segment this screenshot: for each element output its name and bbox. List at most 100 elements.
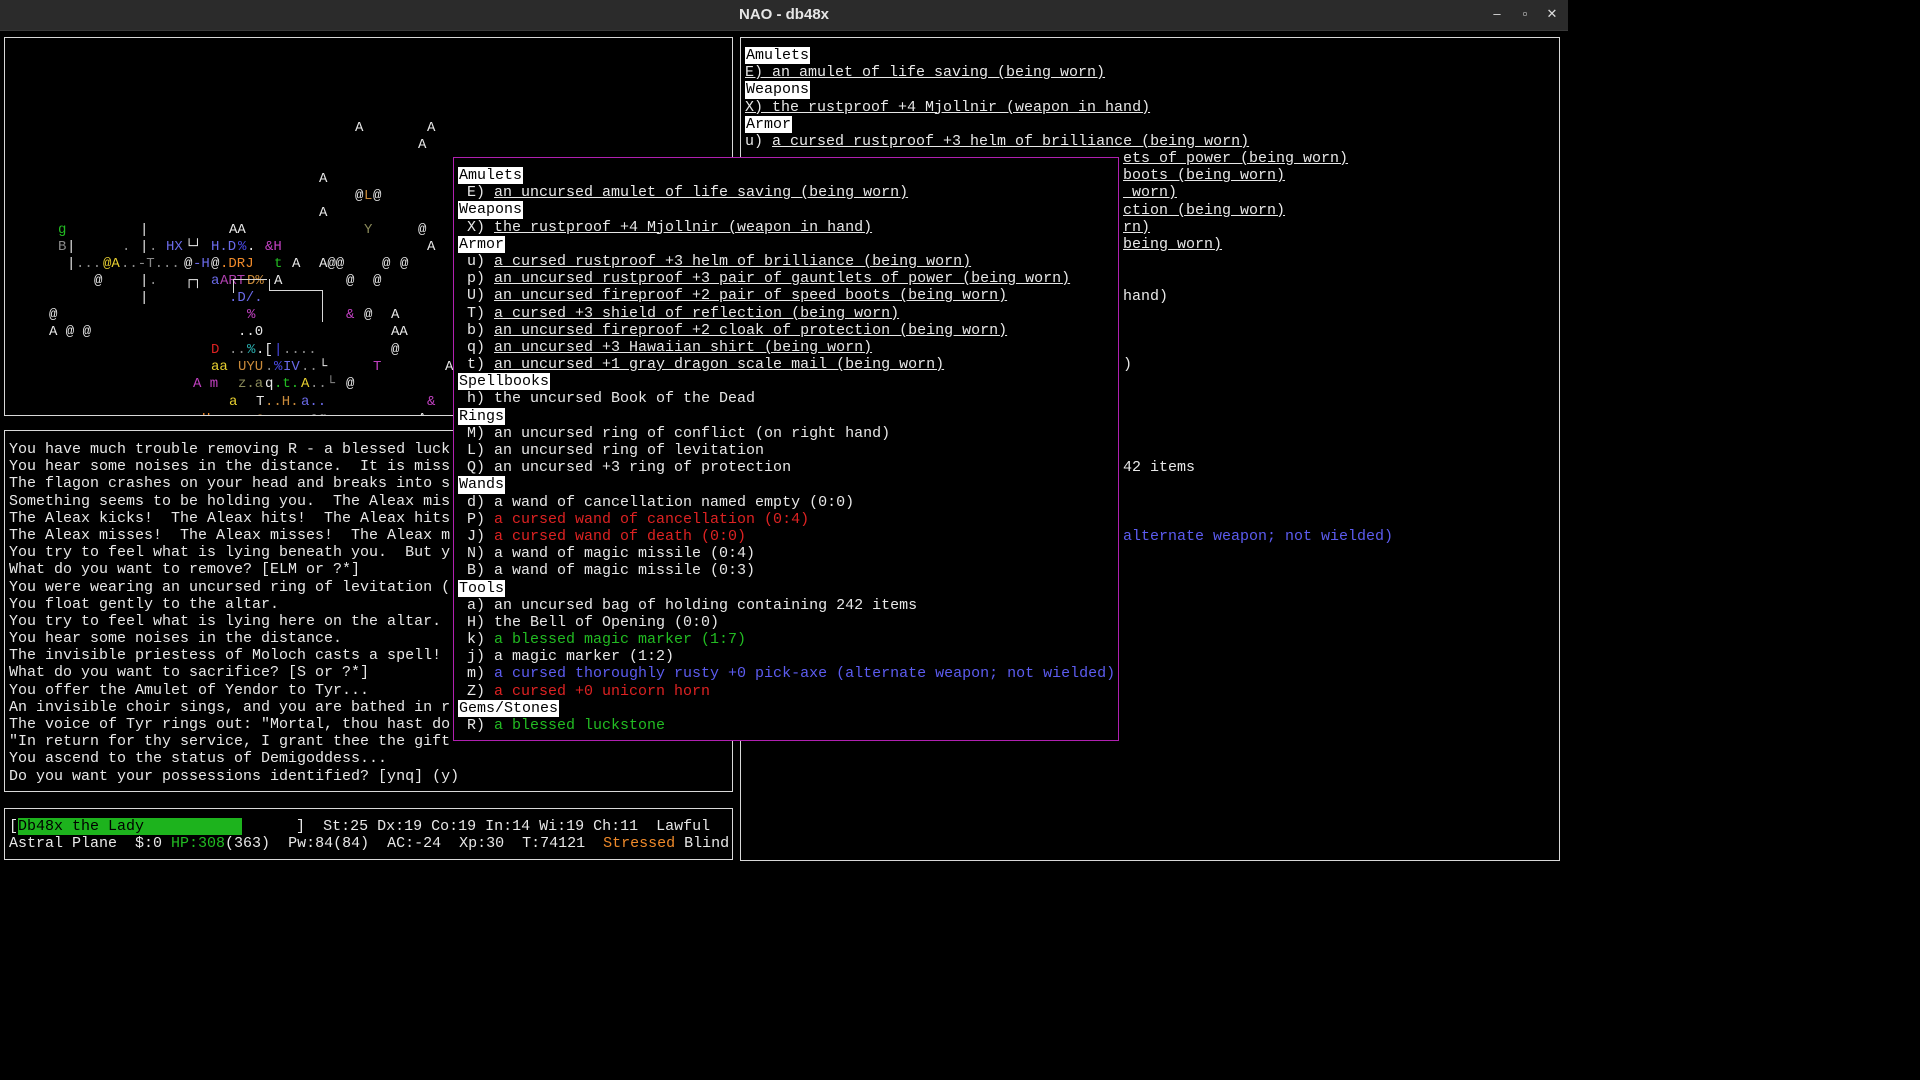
item-description: a cursed +0 unicorn horn bbox=[494, 682, 711, 700]
menu-item[interactable]: k) a blessed magic marker (1:7) bbox=[458, 631, 1118, 648]
map-glyph: aq bbox=[310, 411, 327, 415]
status-bar: [Db48x the Lady ] St:25 Dx:19 Co:19 In:1… bbox=[4, 808, 733, 860]
item-letter: E) bbox=[458, 184, 495, 202]
map-glyph: z.a bbox=[238, 376, 264, 392]
maximize-icon[interactable]: ▫ bbox=[1516, 5, 1534, 23]
item-letter: h) bbox=[458, 390, 495, 408]
map-glyph: ┌┐ bbox=[185, 273, 202, 289]
inventory-fragment: boots (being worn) bbox=[1123, 167, 1286, 185]
menu-item[interactable]: L) an uncursed ring of levitation bbox=[458, 442, 1118, 459]
item-letter: H) bbox=[458, 613, 495, 631]
dungeon-location: Astral Plane $:0 bbox=[9, 835, 172, 853]
menu-item[interactable]: M) an uncursed ring of conflict (on righ… bbox=[458, 425, 1118, 442]
map-glyph: A bbox=[319, 205, 328, 221]
menu-item[interactable]: B) a wand of magic missile (0:3) bbox=[458, 562, 1118, 579]
map-glyph: A bbox=[274, 273, 283, 289]
item-letter: p) bbox=[458, 270, 495, 288]
item-letter: Q) bbox=[458, 459, 495, 477]
map-glyph: A bbox=[391, 307, 400, 323]
map-glyph: .D/. bbox=[229, 290, 263, 306]
map-glyph: ... bbox=[76, 256, 102, 272]
item-letter: b) bbox=[458, 321, 495, 339]
menu-item[interactable]: H) the Bell of Opening (0:0) bbox=[458, 614, 1118, 631]
inventory-fragment bbox=[1123, 270, 1393, 287]
map-glyph: A@@ bbox=[319, 256, 345, 272]
map-glyph: UYU bbox=[238, 359, 264, 375]
menu-item[interactable]: U) an uncursed fireproof +2 pair of spee… bbox=[458, 287, 1118, 304]
map-glyph: @ bbox=[184, 256, 193, 272]
map-glyph: . bbox=[122, 239, 131, 255]
item-letter: L) bbox=[458, 442, 495, 459]
character-name-hpbar: Db48x the Lady bbox=[18, 818, 243, 836]
item-description: a wand of magic missile (0:4) bbox=[494, 545, 756, 563]
inventory-fragment bbox=[1123, 322, 1393, 339]
inventory-fragment bbox=[1123, 253, 1393, 270]
menu-item[interactable]: h) the uncursed Book of the Dead bbox=[458, 390, 1118, 407]
menu-item[interactable]: T) a cursed +3 shield of reflection (bei… bbox=[458, 305, 1118, 322]
menu-item[interactable]: a) an uncursed bag of holding containing… bbox=[458, 597, 1118, 614]
item-description: an uncursed fireproof +2 cloak of protec… bbox=[494, 321, 1008, 339]
map-glyph: .... bbox=[283, 342, 317, 358]
map-glyph: | bbox=[67, 256, 76, 272]
menu-item[interactable]: R) a blessed luckstone bbox=[458, 717, 1118, 734]
message-line: You ascend to the status of Demigoddess.… bbox=[9, 750, 388, 768]
item-letter: t) bbox=[458, 356, 495, 374]
map-glyph: A bbox=[418, 411, 426, 415]
inventory-item[interactable]: u) a cursed rustproof +3 helm of brillia… bbox=[745, 133, 1559, 150]
item-letter: N) bbox=[458, 545, 495, 563]
item-letter: U) bbox=[458, 287, 495, 305]
menu-item[interactable]: P) a cursed wand of cancellation (0:4) bbox=[458, 511, 1118, 528]
menu-item[interactable]: q) an uncursed +3 Hawaiian shirt (being … bbox=[458, 339, 1118, 356]
inventory-fragment bbox=[1123, 425, 1393, 442]
map-wall bbox=[233, 279, 267, 280]
inventory-heading-weapons: Weapons bbox=[745, 81, 811, 99]
menu-item[interactable]: b) an uncursed fireproof +2 cloak of pro… bbox=[458, 322, 1118, 339]
map-glyph: . bbox=[247, 239, 256, 255]
minimize-icon[interactable]: – bbox=[1488, 5, 1506, 23]
map-glyph: | bbox=[140, 273, 149, 289]
map-glyph: % bbox=[247, 307, 256, 323]
menu-item[interactable]: E) an uncursed amulet of life saving (be… bbox=[458, 184, 1118, 201]
map-glyph: a.. bbox=[301, 394, 327, 410]
map-glyph: A bbox=[427, 120, 436, 136]
item-description: the rustproof +4 Mjollnir (weapon in han… bbox=[494, 218, 873, 236]
map-glyph: % bbox=[238, 239, 247, 255]
map-glyph: @ bbox=[211, 256, 220, 272]
map-glyph: └ bbox=[319, 359, 328, 375]
map-glyph: | bbox=[140, 239, 149, 255]
inventory-item[interactable]: E) an amulet of life saving (being worn) bbox=[745, 64, 1559, 81]
map-glyph: D bbox=[211, 342, 220, 358]
menu-item[interactable]: Q) an uncursed +3 ring of protection bbox=[458, 459, 1118, 476]
menu-item[interactable]: p) an uncursed rustproof +3 pair of gaun… bbox=[458, 270, 1118, 287]
item-letter: m) bbox=[458, 665, 495, 683]
menu-item[interactable]: X) the rustproof +4 Mjollnir (weapon in … bbox=[458, 219, 1118, 236]
menu-item[interactable]: d) a wand of cancellation named empty (0… bbox=[458, 494, 1118, 511]
map-glyph: ..H. bbox=[265, 394, 299, 410]
map-glyph: .. bbox=[301, 359, 318, 375]
map-glyph: -H bbox=[193, 256, 210, 272]
close-icon[interactable]: ✕ bbox=[1543, 5, 1561, 23]
map-glyph: % bbox=[247, 342, 256, 358]
menu-item[interactable]: m) a cursed thoroughly rusty +0 pick-axe… bbox=[458, 665, 1118, 682]
inventory-fragment bbox=[1123, 511, 1393, 528]
menu-item[interactable]: j) a magic marker (1:2) bbox=[458, 648, 1118, 665]
menu-heading: Gems/Stones bbox=[458, 699, 560, 718]
menu-item[interactable]: N) a wand of magic missile (0:4) bbox=[458, 545, 1118, 562]
menu-item[interactable]: t) an uncursed +1 gray dragon scale mail… bbox=[458, 356, 1118, 373]
menu-item[interactable]: u) a cursed rustproof +3 helm of brillia… bbox=[458, 253, 1118, 270]
item-letter: d) bbox=[458, 493, 495, 511]
menu-item[interactable]: J) a cursed wand of death (0:0) bbox=[458, 528, 1118, 545]
item-description: a blessed luckstone bbox=[494, 717, 666, 734]
inventory-fragment bbox=[1123, 442, 1393, 459]
inventory-item[interactable]: X) the rustproof +4 Mjollnir (weapon in … bbox=[745, 99, 1559, 116]
map-glyph: H.D bbox=[211, 239, 237, 255]
item-description: an uncursed ring of levitation bbox=[494, 442, 765, 459]
inventory-fragment: worn) bbox=[1123, 184, 1178, 202]
inventory-menu-overlay[interactable]: Amulets E) an uncursed amulet of life sa… bbox=[453, 157, 1119, 741]
menu-item[interactable]: Z) a cursed +0 unicorn horn bbox=[458, 683, 1118, 700]
item-letter: Z) bbox=[458, 682, 495, 700]
hit-points-max: (363) bbox=[225, 835, 271, 853]
map-glyph: A bbox=[427, 239, 436, 255]
inventory-fragment bbox=[1123, 391, 1393, 408]
map-glyph: @A bbox=[103, 256, 120, 272]
